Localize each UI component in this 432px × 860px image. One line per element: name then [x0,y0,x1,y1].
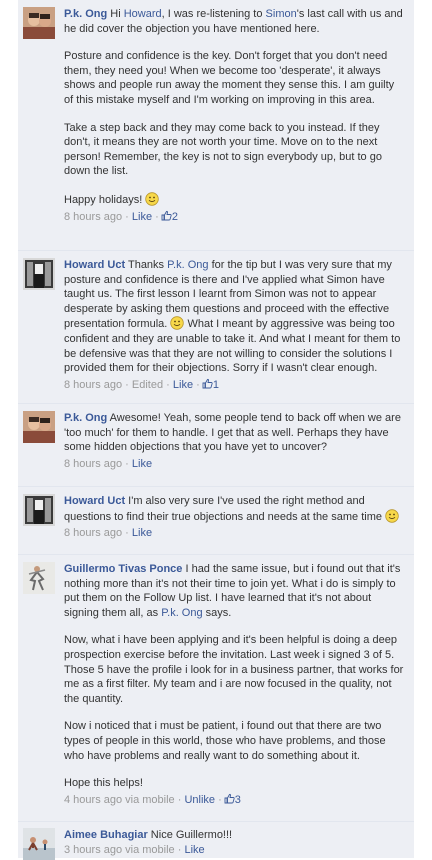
avatar[interactable] [23,562,55,594]
smiley-icon [385,508,399,523]
avatar[interactable] [23,411,55,443]
thumbs-up-icon [224,793,235,804]
timestamp[interactable]: 8 hours ago [64,379,122,391]
timestamp[interactable]: 8 hours ago [64,527,122,539]
comment: P.k. Ong Awesome! Yeah, some people tend… [18,404,414,487]
like-button[interactable]: Like [173,379,193,391]
author-name[interactable]: P.k. Ong [64,8,107,20]
comment-text: P.k. Ong Awesome! Yeah, some people tend… [64,412,401,454]
comment: Aimee Buhagiar Nice Guillermo!!! 3 hours… [18,822,414,860]
comment: Howard Uct Thanks P.k. Ong for the tip b… [18,251,414,404]
like-count[interactable]: 3 [235,794,241,806]
comment: Howard Uct I'm also very sure I've used … [18,487,414,555]
edited-label[interactable]: Edited [132,379,163,391]
comment-meta: 8 hours ago · Edited · Like · 1 [64,378,219,391]
like-button[interactable]: Like [132,211,152,223]
comment: Guillermo Tivas Ponce I had the same iss… [18,555,414,822]
avatar[interactable] [23,258,55,290]
comment-paragraph: Take a step back and they may come back … [64,121,382,178]
thumbs-up-icon [161,210,172,221]
comment-meta: 8 hours ago · Like [64,457,153,470]
like-button[interactable]: Like [132,527,152,539]
timestamp[interactable]: 8 hours ago [64,211,122,223]
timestamp[interactable]: 8 hours ago [64,458,122,470]
comment-text: Aimee Buhagiar Nice Guillermo!!! [64,829,233,841]
unlike-button[interactable]: Unlike [184,794,215,806]
comment: P.k. Ong Hi Howard, I was re-listening t… [18,0,414,251]
avatar[interactable] [23,494,55,526]
like-button[interactable]: Like [132,458,152,470]
comment-meta: 8 hours ago · Like [64,527,153,540]
avatar[interactable] [23,7,55,39]
comment-meta: 4 hours ago via mobile · Unlike · 3 [64,793,241,806]
like-button[interactable]: Like [184,844,204,856]
comment-text: Howard Uct Thanks P.k. Ong for the tip b… [64,259,401,375]
author-name[interactable]: Howard Uct [64,495,125,507]
comment-thread: P.k. Ong Hi Howard, I was re-listening t… [0,0,432,860]
mention-link[interactable]: Howard [124,8,162,20]
comment-paragraph: Now i noticed that i must be patient, i … [64,720,386,762]
author-name[interactable]: Howard Uct [64,259,125,271]
timestamp[interactable]: 4 hours ago via mobile [64,794,175,806]
comment-meta: 8 hours ago · Like · 2 [64,210,178,223]
comment-paragraph: Hope this helps! [64,777,143,790]
comment-paragraph: Happy holidays! [64,192,406,208]
comment-paragraph: Posture and confidence is the key. Don't… [64,50,395,106]
like-count[interactable]: 2 [172,211,178,223]
smiley-icon [145,192,160,206]
like-count[interactable]: 1 [213,379,219,391]
thumbs-up-icon [202,378,213,389]
mention-link[interactable]: P.k. Ong [167,259,208,271]
smiley-icon [170,316,185,331]
author-name[interactable]: P.k. Ong [64,412,107,424]
comment-text: Guillermo Tivas Ponce I had the same iss… [64,563,401,619]
comment-text: Howard Uct I'm also very sure I've used … [64,494,406,524]
author-name[interactable]: Aimee Buhagiar [64,829,148,841]
comment-paragraph: Now, what i have been applying and it's … [64,634,404,705]
avatar[interactable] [23,828,55,860]
comment-meta: 3 hours ago via mobile · Like [64,843,205,856]
mention-link[interactable]: Simon [266,8,297,20]
mention-link[interactable]: P.k. Ong [161,607,202,619]
author-name[interactable]: Guillermo Tivas Ponce [64,563,182,575]
comment-text: P.k. Ong Hi Howard, I was re-listening t… [64,8,403,35]
timestamp[interactable]: 3 hours ago via mobile [64,844,175,856]
